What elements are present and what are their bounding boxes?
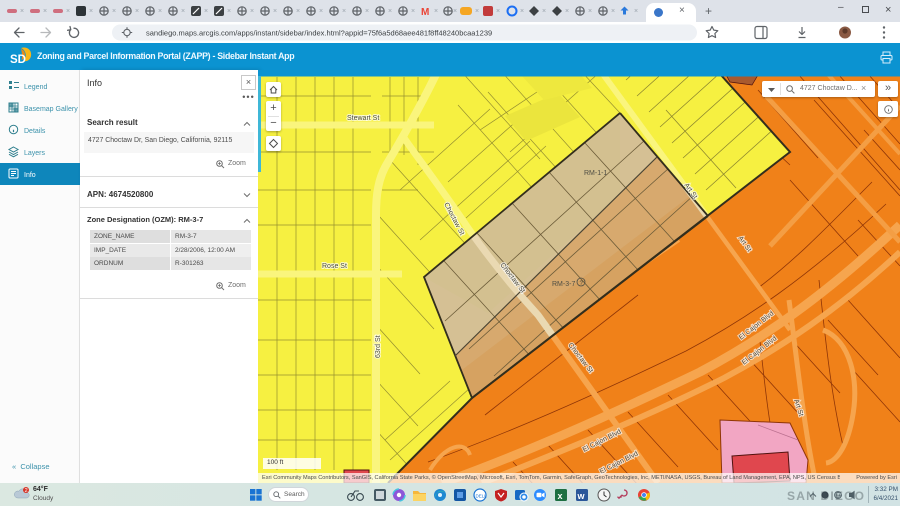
svg-text:Rose St: Rose St: [322, 263, 347, 270]
svg-text:×: ×: [112, 8, 116, 15]
svg-text:×: ×: [520, 8, 524, 15]
svg-text:×: ×: [227, 8, 231, 15]
svg-text:×: ×: [611, 8, 615, 15]
svg-text:Stewart St: Stewart St: [347, 115, 379, 122]
svg-text:×: ×: [158, 8, 162, 15]
svg-text:×: ×: [273, 8, 277, 15]
svg-text:DELL: DELL: [476, 494, 488, 499]
svg-text:×: ×: [588, 8, 592, 15]
svg-text:×: ×: [475, 8, 479, 15]
svg-text:×: ×: [453, 8, 457, 15]
svg-text:Layers: Layers: [24, 150, 46, 157]
svg-text:×: ×: [342, 8, 346, 15]
svg-text:×: ×: [411, 8, 415, 15]
svg-text:« Collapse: « Collapse: [12, 462, 50, 471]
svg-text:×: ×: [250, 8, 254, 15]
svg-text:2: 2: [25, 488, 28, 494]
svg-text:×: ×: [388, 8, 392, 15]
svg-text:×: ×: [542, 8, 546, 15]
svg-text:×: ×: [20, 8, 24, 15]
svg-text:×: ×: [365, 8, 369, 15]
svg-text:×: ×: [181, 8, 185, 15]
svg-text:×: ×: [434, 8, 438, 15]
svg-text:×: ×: [43, 8, 47, 15]
svg-text:×: ×: [565, 8, 569, 15]
svg-text:×: ×: [496, 8, 500, 15]
svg-text:×: ×: [89, 8, 93, 15]
svg-text:×: ×: [135, 8, 139, 15]
svg-text:SD: SD: [10, 54, 26, 66]
svg-text:Info: Info: [24, 172, 36, 179]
svg-text:Legend: Legend: [24, 84, 47, 91]
svg-text:×: ×: [634, 8, 638, 15]
svg-text:sandiego.maps.arcgis.com/apps/: sandiego.maps.arcgis.com/apps/instant/si…: [146, 29, 492, 38]
svg-text:Basemap Gallery: Basemap Gallery: [24, 106, 78, 113]
svg-text:Details: Details: [24, 128, 46, 135]
svg-text:×: ×: [319, 8, 323, 15]
svg-text:×: ×: [296, 8, 300, 15]
svg-text:RM-1-1: RM-1-1: [584, 170, 607, 177]
svg-text:M: M: [421, 7, 429, 18]
svg-text:RM-3-7: RM-3-7: [552, 281, 575, 288]
svg-text:63rd St: 63rd St: [375, 335, 382, 358]
svg-text:x: x: [558, 491, 563, 501]
svg-text:×: ×: [204, 8, 208, 15]
svg-text:×: ×: [66, 8, 70, 15]
svg-text:w: w: [577, 491, 586, 501]
